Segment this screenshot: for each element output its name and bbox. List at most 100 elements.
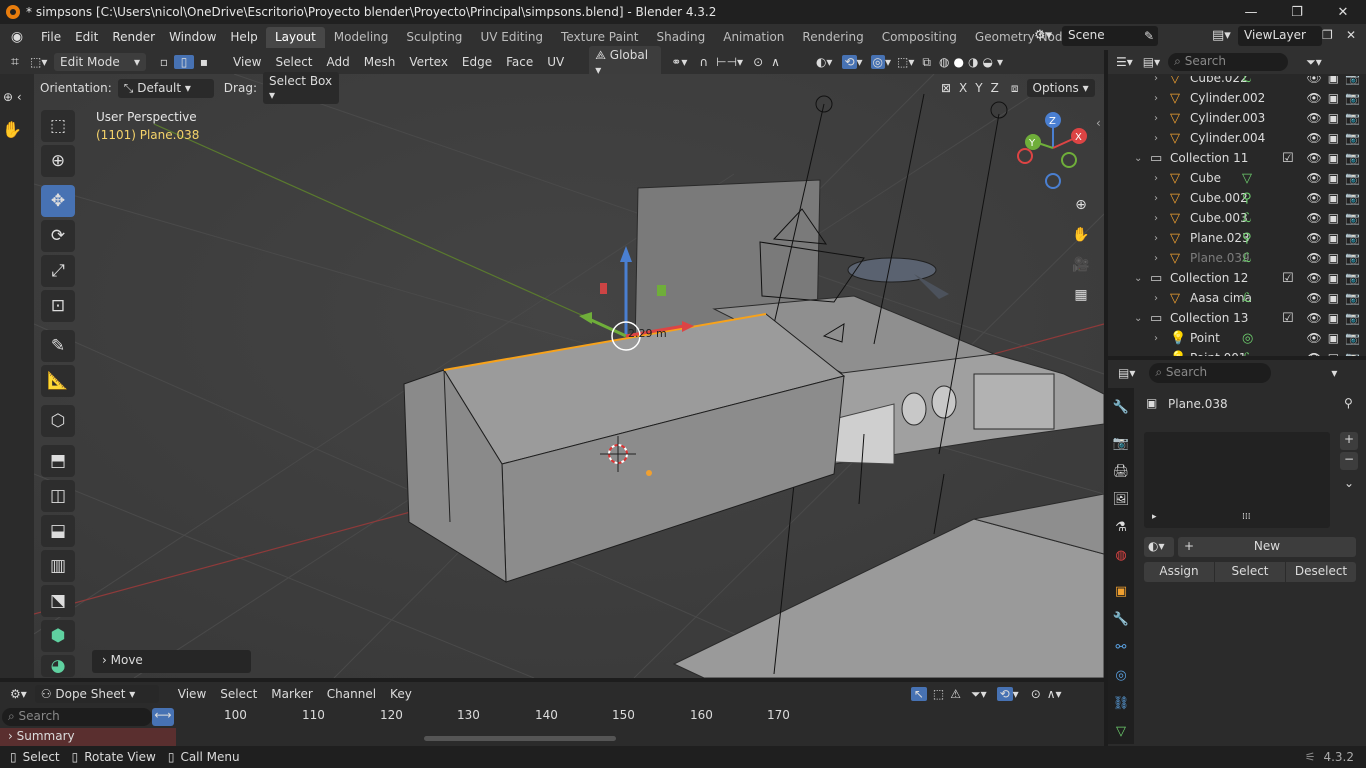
monitor-icon[interactable]: ▣ <box>1328 311 1339 325</box>
eye-icon[interactable]: 👁 <box>1306 351 1321 356</box>
show-hidden-icon[interactable]: ⬚ <box>933 687 944 701</box>
camera-icon[interactable]: 📷 <box>1345 351 1360 356</box>
snap-target-icon[interactable]: ⊢⊣▾ <box>716 55 743 69</box>
properties-editor-icon[interactable]: ▤▾ <box>1118 366 1135 380</box>
summary-channel[interactable]: › Summary <box>0 728 176 746</box>
vp-menu-vertex[interactable]: Vertex <box>402 55 455 69</box>
monitor-icon[interactable]: ▣ <box>1328 151 1339 165</box>
measure-tool[interactable]: 📐 <box>41 365 75 397</box>
outliner-collection-row[interactable]: ⌄ ▭ Collection 11 ☑ 👁 ▣ 📷 <box>1108 148 1366 168</box>
viewlayer-icon[interactable]: ▤▾ <box>1212 28 1231 43</box>
timeline-ruler[interactable]: 100 110 120 130 140 150 160 170 <box>176 708 820 726</box>
pivot-icon[interactable]: ⚭▾ <box>671 55 687 69</box>
monitor-icon[interactable]: ▣ <box>1328 76 1339 85</box>
vp-menu-select[interactable]: Select <box>268 55 319 69</box>
ds-snap-dropdown-icon[interactable]: ▾ <box>1013 687 1019 701</box>
outliner-editor-icon[interactable]: ☰▾ <box>1116 55 1133 69</box>
particles-tab-icon[interactable]: ⚯ <box>1112 638 1130 656</box>
expand-arrow-icon[interactable]: › <box>1154 353 1158 357</box>
camera-icon[interactable]: 📷 <box>1345 251 1360 265</box>
tab-animation[interactable]: Animation <box>714 27 793 48</box>
tab-sculpting[interactable]: Sculpting <box>397 27 471 48</box>
outliner-object-row[interactable]: › ▽ Cylinder.003 👁 ▣ 📷 <box>1108 108 1366 128</box>
ds-menu-key[interactable]: Key <box>383 687 419 701</box>
world-tab-icon[interactable]: ◍ <box>1112 546 1130 564</box>
camera-view-icon[interactable]: 🎥 <box>1068 252 1094 278</box>
ds-menu-marker[interactable]: Marker <box>264 687 319 701</box>
monitor-icon[interactable]: ▣ <box>1328 271 1339 285</box>
scene-tab-icon[interactable]: ⚗ <box>1112 518 1130 536</box>
eye-icon[interactable]: 👁 <box>1306 291 1321 305</box>
cursor-tool[interactable]: ⊕ <box>41 145 75 177</box>
vp-menu-add[interactable]: Add <box>320 55 357 69</box>
wireframe-shading-icon[interactable]: ◍ <box>939 55 949 69</box>
eye-icon[interactable]: 👁 <box>1306 271 1321 285</box>
slot-menu-button[interactable]: ⌄ <box>1340 476 1358 494</box>
output-tab-icon[interactable]: 🖨 <box>1112 462 1130 480</box>
gizmo-dropdown-icon[interactable]: ▾ <box>857 55 863 69</box>
inset-tool[interactable]: ◫ <box>41 480 75 512</box>
outliner-object-row[interactable]: › ▽ Cube.002 ⚲ 👁 ▣ 📷 <box>1108 188 1366 208</box>
constraints-tab-icon[interactable]: ⛓ <box>1112 694 1130 712</box>
editor-type-icon[interactable]: ⌗ <box>0 54 30 70</box>
expand-arrow-icon[interactable]: › <box>1154 76 1158 84</box>
expand-arrow-icon[interactable]: › <box>1154 253 1158 264</box>
eye-icon[interactable]: 👁 <box>1306 131 1321 145</box>
camera-icon[interactable]: 📷 <box>1345 311 1360 325</box>
display-mode-icon[interactable]: ▤▾ <box>1143 55 1160 69</box>
eye-icon[interactable]: 👁 <box>1306 171 1321 185</box>
monitor-icon[interactable]: ▣ <box>1328 331 1339 345</box>
object-tab-icon[interactable]: ▣ <box>1112 582 1130 600</box>
menu-render[interactable]: Render <box>105 30 162 44</box>
pan-icon[interactable]: ✋ <box>1068 222 1094 248</box>
sidebar-toggle-icon[interactable]: ‹ <box>1096 116 1101 130</box>
mirror-icon[interactable]: ⊠ <box>941 81 951 95</box>
select-button[interactable]: Select <box>1215 562 1285 582</box>
blender-menu-icon[interactable]: ◉ <box>0 29 34 45</box>
outliner-collection-row[interactable]: ⌄ ▭ Collection 12 ☑ 👁 ▣ 📷 <box>1108 268 1366 288</box>
mode-selector[interactable]: Edit Mode ▾ <box>54 53 146 71</box>
only-selected-icon[interactable]: ↖ <box>910 687 927 701</box>
outliner-object-row[interactable]: › ▽ Cube.003 ℒ 👁 ▣ 📷 <box>1108 208 1366 228</box>
annotate-tool[interactable]: ✎ <box>41 330 75 362</box>
eye-icon[interactable]: 👁 <box>1306 151 1321 165</box>
expand-arrow-icon[interactable]: › <box>1154 213 1158 224</box>
add-cube-tool[interactable]: ⬡ <box>41 405 75 437</box>
camera-icon[interactable]: 📷 <box>1345 211 1360 225</box>
camera-icon[interactable]: 📷 <box>1345 76 1360 85</box>
monitor-icon[interactable]: ▣ <box>1328 171 1339 185</box>
add-viewlayer-icon[interactable]: ❐ <box>1322 28 1333 42</box>
camera-icon[interactable]: 📷 <box>1345 271 1360 285</box>
poly-build-tool[interactable]: ⬢ <box>41 620 75 652</box>
monitor-icon[interactable]: ▣ <box>1328 111 1339 125</box>
expand-arrow-icon[interactable]: › <box>1154 193 1158 204</box>
ds-menu-view[interactable]: View <box>171 687 213 701</box>
ds-proportional-icon[interactable]: ⊙ <box>1031 687 1041 701</box>
orientation-dropdown[interactable]: ⤡ Default ▾ <box>117 78 214 98</box>
loop-cut-tool[interactable]: ▥ <box>41 550 75 582</box>
expand-arrow-icon[interactable]: › <box>1154 133 1158 144</box>
ds-snap-icon[interactable]: ⟲ <box>996 687 1013 701</box>
menu-file[interactable]: File <box>34 30 68 44</box>
select-mode-icon[interactable]: ⬚▾ <box>30 55 52 69</box>
ortho-toggle-icon[interactable]: ▦ <box>1068 282 1094 308</box>
monitor-icon[interactable]: ▣ <box>1328 231 1339 245</box>
last-operator-panel[interactable]: › Move <box>92 650 251 673</box>
outliner-search[interactable]: ⌕ Search <box>1168 53 1289 71</box>
menu-help[interactable]: Help <box>223 30 264 44</box>
overlay-dropdown-icon[interactable]: ▾ <box>885 55 891 69</box>
deselect-button[interactable]: Deselect <box>1286 562 1356 582</box>
monitor-icon[interactable]: ▣ <box>1328 291 1339 305</box>
list-expand-icon[interactable]: ▸ <box>1152 512 1157 522</box>
viewlayer-selector[interactable]: ViewLayer <box>1238 26 1322 46</box>
maximize-button[interactable]: ❐ <box>1274 0 1320 24</box>
minimize-button[interactable]: — <box>1228 0 1274 24</box>
exclude-checkbox[interactable]: ☑ <box>1282 151 1294 166</box>
scale-tool[interactable]: ⤢ <box>41 255 75 287</box>
outliner-object-row[interactable]: › ▽ Cube.022 ℒ 👁 ▣ 📷 <box>1108 76 1366 88</box>
add-slot-button[interactable]: + <box>1340 432 1358 450</box>
tab-compositing[interactable]: Compositing <box>873 27 966 48</box>
outliner-collection-row[interactable]: ⌄ ▭ Collection 13 ☑ 👁 ▣ 📷 <box>1108 308 1366 328</box>
transform-tool[interactable]: ⊡ <box>41 290 75 322</box>
gizmo-toggle-icon[interactable]: ⟲ <box>842 55 857 69</box>
